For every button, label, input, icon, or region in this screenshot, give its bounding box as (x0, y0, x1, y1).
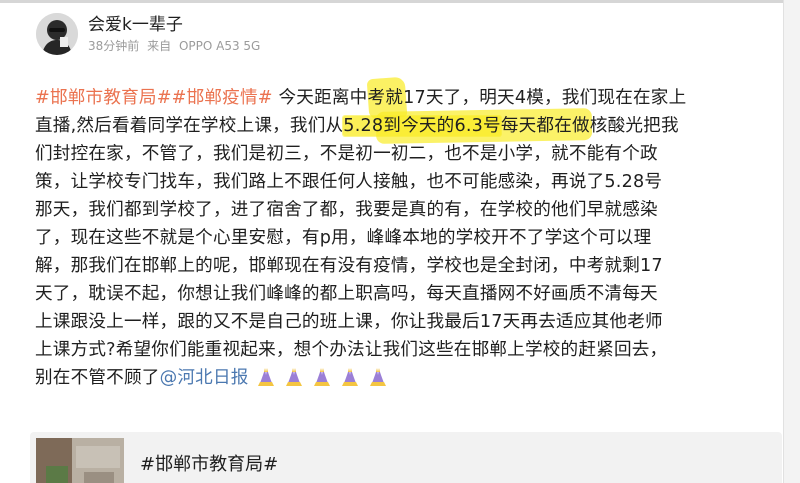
post-line: 上课跟没上一样，跟的又不是自己的班上课，你让我最后17天再去适应其他老师 (35, 308, 780, 336)
post-text-segment: 了，现在这些不就是个心里安慰，有p用，峰峰本地的学校开不了学这个可以理 (35, 228, 652, 248)
post-text-segment: 每天都在做核酸光把我 (500, 116, 679, 136)
scrollbar[interactable] (783, 0, 800, 483)
post-text-segment: 直播,然后看着同学在学校上课，我们从 (35, 116, 344, 136)
highlighted-text: 5.28到今天的6.3号 (343, 116, 501, 136)
mention-link[interactable]: @河北日报 (160, 368, 249, 388)
source-prefix: 来自 (147, 38, 172, 53)
post-line: 直播,然后看着同学在学校上课，我们从5.28到今天的6.3号每天都在做核酸光把我 (35, 112, 780, 140)
post-line: 那天，我们都到学校了，进了宿舍了都，我要是真的有，在学校的他们早就感染 (35, 196, 780, 224)
post-time[interactable]: 38分钟前 (88, 39, 139, 53)
pray-emoji (367, 365, 389, 387)
pray-emoji (339, 365, 361, 387)
post-text-segment: 今天距离中考就17天了，明天4模，我们现在在家上 (272, 88, 687, 108)
post-text: #邯郸市教育局##邯郸疫情# 今天距离中考就17天了，明天4模，我们现在在家上直… (35, 84, 780, 392)
avatar[interactable] (36, 13, 78, 55)
post-text-segment: 解，那我们在邯郸上的呢，邯郸现在有没有疫情，学校也是全封闭，中考就剩17 (35, 256, 663, 276)
post-info: 38分钟前 来自 OPPO A53 5G (88, 37, 260, 55)
pray-emoji (255, 365, 277, 387)
post-meta: 会爱k一辈子 38分钟前 来自 OPPO A53 5G (88, 14, 260, 55)
thumbnail-image (36, 438, 124, 483)
avatar-image (36, 13, 78, 55)
post-line: 解，那我们在邯郸上的呢，邯郸现在有没有疫情，学校也是全封闭，中考就剩17 (35, 252, 780, 280)
pray-emoji (283, 365, 305, 387)
user-name[interactable]: 会爱k一辈子 (88, 14, 260, 36)
topic-link[interactable]: #邯郸市教育局##邯郸疫情# (35, 88, 273, 108)
repost-thumbnail[interactable] (36, 438, 124, 483)
repost-title[interactable]: #邯郸市教育局# (140, 450, 278, 476)
post-text-segment: 别在不管不顾了 (35, 368, 160, 388)
post-line: 天了，耽误不起，你想让我们峰峰的都上职高吗，每天直播网不好画质不清每天 (35, 280, 780, 308)
repost-card[interactable]: #邯郸市教育局# (30, 432, 782, 483)
post-header: 会爱k一辈子 38分钟前 来自 OPPO A53 5G (36, 12, 260, 56)
post-line: 上课方式?希望你们能重视起来，想个办法让我们这些在邯郸上学校的赶紧回去， (35, 336, 780, 364)
post-text-segment: 策，让学校专门找车，我们路上不跟任何人接触，也不可能感染，再说了5.28号 (35, 172, 663, 192)
source-device: OPPO A53 5G (178, 38, 261, 53)
post-line: 了，现在这些不就是个心里安慰，有p用，峰峰本地的学校开不了学这个可以理 (35, 224, 780, 252)
post-text-segment: 上课方式?希望你们能重视起来，想个办法让我们这些在邯郸上学校的赶紧回去， (35, 340, 668, 360)
post-text-segment: 上课跟没上一样，跟的又不是自己的班上课，你让我最后17天再去适应其他老师 (35, 312, 663, 332)
post-line: 们封控在家，不管了，我们是初三，不是初一初二，也不是小学，就不能有个政 (35, 140, 780, 168)
post-screenshot: 会爱k一辈子 38分钟前 来自 OPPO A53 5G #邯郸市教育局##邯郸疫… (0, 0, 800, 483)
pray-emoji (311, 365, 333, 387)
post-line: 策，让学校专门找车，我们路上不跟任何人接触，也不可能感染，再说了5.28号 (35, 168, 780, 196)
top-divider (0, 0, 800, 3)
post-line: 别在不管不顾了@河北日报 (35, 364, 780, 392)
post-line: #邯郸市教育局##邯郸疫情# 今天距离中考就17天了，明天4模，我们现在在家上 (35, 84, 780, 112)
post-text-segment: 们封控在家，不管了，我们是初三，不是初一初二，也不是小学，就不能有个政 (35, 144, 658, 164)
post-text-segment: 那天，我们都到学校了，进了宿舍了都，我要是真的有，在学校的他们早就感染 (35, 200, 658, 220)
emoji-row (255, 365, 395, 387)
post-text-segment: 天了，耽误不起，你想让我们峰峰的都上职高吗，每天直播网不好画质不清每天 (35, 284, 658, 304)
